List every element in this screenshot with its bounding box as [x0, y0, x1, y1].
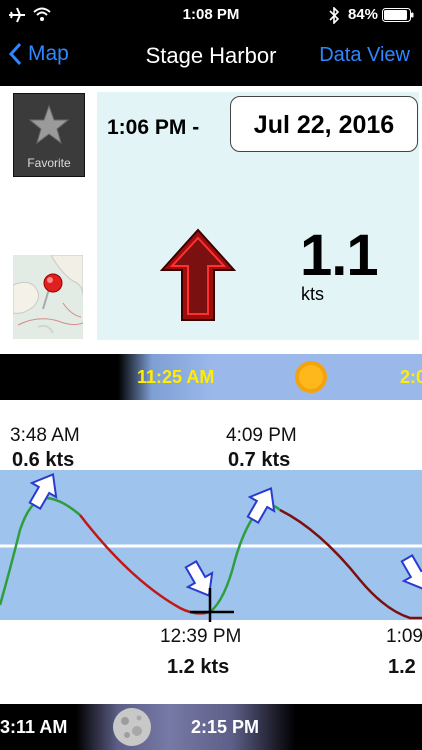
trough-speed-2: 1.2 — [388, 656, 416, 678]
battery-percent: 84% — [347, 6, 378, 23]
current-speed: 1.1 — [300, 223, 379, 288]
trough-speed-1: 1.2 kts — [167, 656, 230, 678]
status-bar: 1:08 PM 84% — [0, 0, 422, 30]
peak-time-2: 4:09 PM — [226, 425, 297, 446]
star-icon — [28, 104, 70, 145]
arrow-up-icon — [160, 228, 236, 321]
favorite-button[interactable]: Favorite — [13, 93, 85, 177]
current-time: 1:06 PM - — [107, 116, 200, 139]
trough-time-1: 12:39 PM — [160, 626, 242, 647]
sun-time: 11:25 AM — [137, 367, 215, 387]
peak-time-1: 3:48 AM — [10, 425, 80, 446]
map-thumbnail[interactable] — [13, 255, 83, 339]
nav-bar: Map Stage Harbor Data View — [0, 30, 422, 86]
sun-icon — [295, 361, 327, 393]
moon-icon — [113, 708, 151, 746]
battery-icon — [382, 8, 414, 22]
moonset-time: 2:15 PM — [191, 717, 260, 737]
sun-strip: 11:25 AM 2:0 — [0, 354, 422, 400]
peak-speed-2: 0.7 kts — [228, 449, 291, 471]
bluetooth-icon — [329, 7, 340, 24]
date-selector[interactable]: Jul 22, 2016 — [230, 96, 418, 152]
favorite-label: Favorite — [27, 156, 71, 170]
trough-time-2: 1:09 — [386, 626, 422, 647]
speed-unit: kts — [301, 284, 325, 304]
data-view-button[interactable]: Data View — [319, 44, 410, 67]
moonrise-time: 3:11 AM — [0, 717, 68, 737]
peak-speed-1: 0.6 kts — [12, 449, 75, 471]
tide-graph[interactable] — [0, 470, 422, 622]
sun-next-time: 2:0 — [400, 367, 422, 387]
moon-strip: 3:11 AM 2:15 PM — [0, 704, 422, 750]
map-pin-icon — [42, 273, 63, 310]
